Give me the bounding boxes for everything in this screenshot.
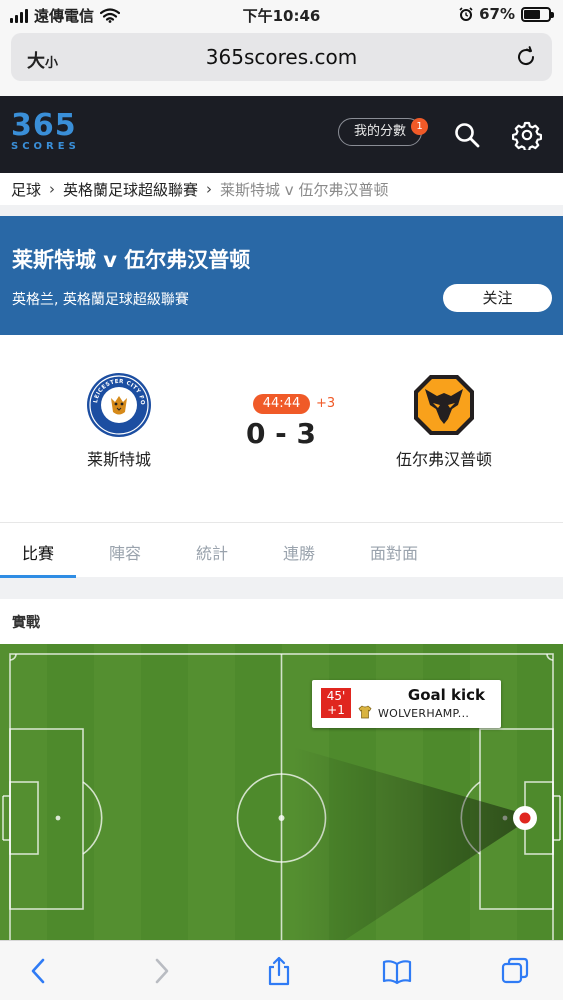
- battery-fill: [524, 9, 541, 19]
- tab-head-to-head[interactable]: 面對面: [370, 540, 418, 564]
- breadcrumb: 足球 › 英格蘭足球超級聯賽 › 莱斯特城 v 伍尔弗汉普顿: [0, 173, 563, 205]
- address-bar[interactable]: 大小 365scores.com: [11, 33, 552, 81]
- leicester-crest-icon[interactable]: LEICESTER CITY FOOTBALL CLUB: [85, 371, 153, 439]
- event-title: Goal kick: [407, 686, 485, 704]
- event-card[interactable]: 45' +1 Goal kick WOLVERHAMP...: [312, 680, 501, 728]
- live-clock: 44:44: [253, 394, 310, 414]
- site-logo[interactable]: 365 SCORES: [11, 111, 80, 153]
- match-title: 莱斯特城 v 伍尔弗汉普顿: [12, 248, 251, 272]
- chevron-left-icon[interactable]: [24, 956, 54, 986]
- team-shirt-icon: [358, 705, 372, 719]
- match-score: 0 - 3: [245, 417, 317, 450]
- tab-streaks[interactable]: 連勝: [283, 540, 315, 564]
- logo-word: SCORES: [11, 141, 80, 152]
- added-time: +3: [316, 396, 336, 411]
- wolves-crest-icon[interactable]: [410, 371, 478, 439]
- active-tab-indicator: [0, 575, 76, 578]
- chevron-right-icon[interactable]: [146, 956, 176, 986]
- match-tabs: 比賽 陣容 統計 連勝 面對面: [0, 522, 563, 578]
- my-scores-button[interactable]: 我的分數: [338, 118, 422, 146]
- event-minute: 45': [326, 689, 346, 703]
- match-banner: 莱斯特城 v 伍尔弗汉普顿 英格兰, 英格蘭足球超級聯賽 关注: [0, 216, 563, 335]
- away-team-name[interactable]: 伍尔弗汉普顿: [369, 446, 519, 470]
- notification-badge: 1: [411, 118, 428, 135]
- status-bar: 遠傳電信 下午10:46 67%: [0, 0, 563, 30]
- event-minute-badge: 45' +1: [321, 688, 351, 718]
- tab-lineups[interactable]: 陣容: [109, 540, 141, 564]
- battery-percent: 67%: [479, 5, 515, 23]
- tabs-icon[interactable]: [500, 956, 530, 986]
- breadcrumb-item-league[interactable]: 英格蘭足球超級聯賽: [63, 179, 198, 200]
- book-icon[interactable]: [382, 956, 412, 986]
- event-minute-extra: +1: [327, 703, 345, 717]
- browser-toolbar: [0, 940, 563, 1000]
- breadcrumb-item-match: 莱斯特城 v 伍尔弗汉普顿: [220, 180, 389, 199]
- share-icon[interactable]: [264, 956, 294, 986]
- live-section-title: 實戰: [12, 615, 40, 631]
- reload-icon[interactable]: [514, 45, 538, 69]
- tab-match[interactable]: 比賽: [22, 540, 54, 564]
- search-icon[interactable]: [452, 120, 482, 150]
- chevron-right-icon: ›: [49, 180, 56, 198]
- chevron-right-icon: ›: [206, 180, 213, 198]
- tab-stats[interactable]: 統計: [196, 540, 228, 564]
- scoreboard: LEICESTER CITY FOOTBALL CLUB 莱斯特城 44:44 …: [0, 335, 563, 522]
- browser-address-area: 大小 365scores.com: [0, 30, 563, 96]
- status-right: 67%: [459, 5, 554, 23]
- gear-icon[interactable]: [512, 120, 542, 150]
- battery-icon: [521, 6, 554, 22]
- home-team-name[interactable]: 莱斯特城: [44, 446, 194, 470]
- live-section-header: 實戰: [0, 599, 563, 644]
- breadcrumb-item-football[interactable]: 足球: [11, 179, 41, 200]
- url-text[interactable]: 365scores.com: [11, 45, 552, 69]
- follow-button[interactable]: 关注: [443, 284, 552, 312]
- alarm-icon: [459, 7, 473, 21]
- match-subtitle[interactable]: 英格兰, 英格蘭足球超級聯賽: [12, 289, 189, 309]
- event-team: WOLVERHAMP...: [378, 707, 470, 720]
- logo-number: 365: [11, 108, 77, 143]
